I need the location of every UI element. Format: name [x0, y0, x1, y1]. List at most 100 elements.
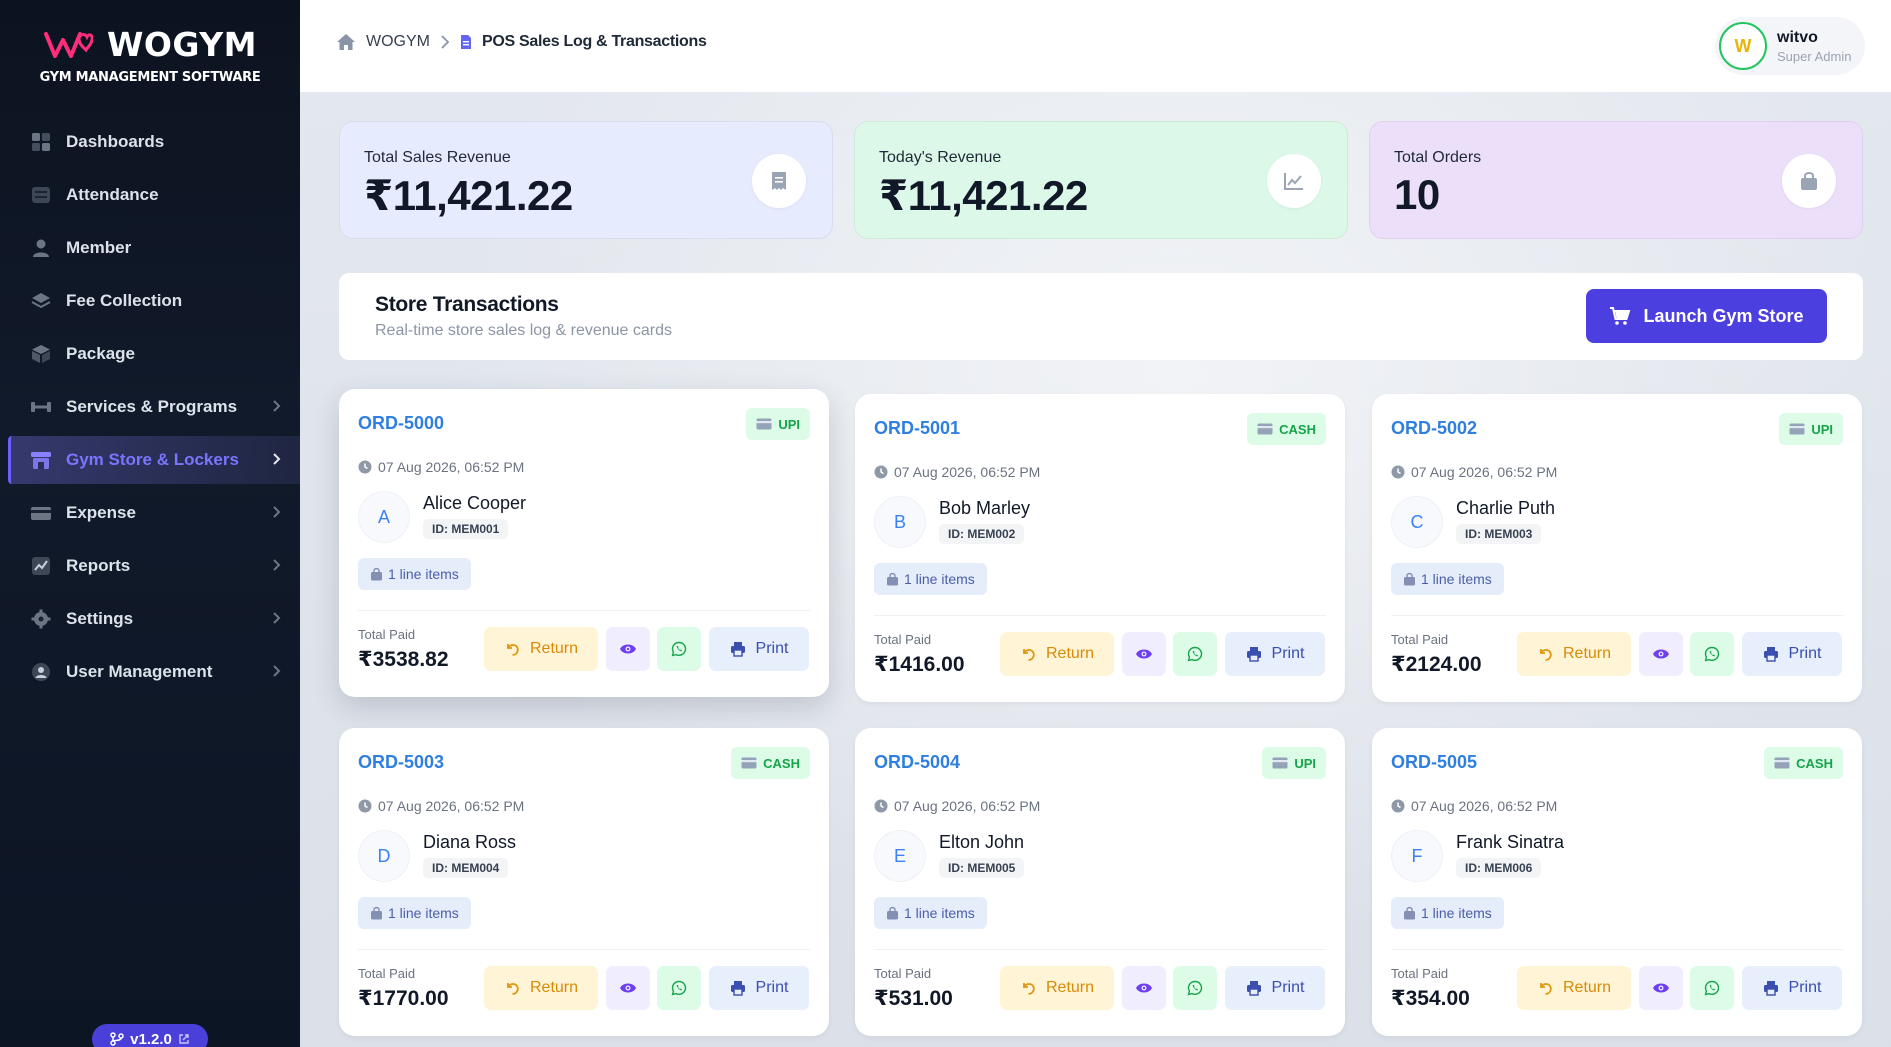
sidebar-item-expense[interactable]: Expense — [8, 489, 300, 537]
user-role: Super Admin — [1777, 48, 1852, 64]
return-label: Return — [529, 979, 579, 996]
print-button[interactable]: Print — [1225, 632, 1325, 676]
home-icon[interactable] — [336, 33, 356, 51]
line-items-text: 1 line items — [904, 571, 975, 587]
chevron-right-icon — [273, 453, 281, 465]
user-menu[interactable]: W witvo Super Admin — [1715, 17, 1865, 75]
line-items-pill[interactable]: 1 line items — [874, 563, 987, 595]
view-button[interactable] — [606, 966, 650, 1010]
printer-icon — [1246, 981, 1261, 996]
return-label: Return — [1045, 979, 1095, 996]
line-items-pill[interactable]: 1 line items — [874, 897, 987, 929]
launch-gym-store-button[interactable]: Launch Gym Store — [1586, 289, 1827, 343]
brand: WOGYM GYM MANAGEMENT SOFTWARE — [0, 0, 300, 110]
dumbbell-icon — [30, 396, 52, 418]
return-button[interactable]: Return — [1517, 632, 1631, 676]
total-paid-label: Total Paid — [874, 632, 932, 647]
print-button[interactable]: Print — [1742, 632, 1842, 676]
bag-icon — [1782, 154, 1836, 208]
sidebar-item-reports[interactable]: Reports — [8, 542, 300, 590]
whatsapp-button[interactable] — [657, 966, 701, 1010]
payment-badge: UPI — [746, 408, 810, 440]
card-icon — [1257, 423, 1273, 435]
stack-icon — [30, 290, 52, 312]
whatsapp-button[interactable] — [1173, 632, 1217, 676]
line-items-text: 1 line items — [1421, 905, 1492, 921]
chevron-right-icon — [273, 665, 281, 677]
gear-icon — [30, 608, 52, 630]
sidebar-item-services-programs[interactable]: Services & Programs — [8, 383, 300, 431]
bag-icon — [887, 572, 898, 586]
receipt-icon — [752, 154, 806, 208]
chevron-right-icon — [273, 506, 281, 518]
print-button[interactable]: Print — [1742, 966, 1842, 1010]
view-button[interactable] — [1639, 966, 1683, 1010]
clock-icon — [1391, 465, 1405, 479]
return-label: Return — [1562, 979, 1612, 996]
sidebar-item-fee-collection[interactable]: Fee Collection — [8, 277, 300, 325]
line-items-pill[interactable]: 1 line items — [1391, 897, 1504, 929]
view-button[interactable] — [1122, 632, 1166, 676]
eye-icon — [1136, 983, 1152, 993]
external-link-icon — [179, 1034, 189, 1044]
document-icon — [461, 35, 471, 49]
trend-icon — [1267, 154, 1321, 208]
bag-icon — [1404, 906, 1415, 920]
print-button[interactable]: Print — [709, 627, 809, 671]
chevron-right-icon — [273, 612, 281, 624]
whatsapp-button[interactable] — [1690, 966, 1734, 1010]
sidebar-item-attendance[interactable]: Attendance — [8, 171, 300, 219]
chart-icon — [30, 555, 52, 577]
avatar: D — [358, 830, 410, 882]
divider — [1391, 949, 1843, 950]
sidebar-item-member[interactable]: Member — [8, 224, 300, 272]
whatsapp-button[interactable] — [1690, 632, 1734, 676]
view-button[interactable] — [1639, 632, 1683, 676]
order-id[interactable]: ORD-5000 — [358, 413, 444, 434]
print-button[interactable]: Print — [1225, 966, 1325, 1010]
sidebar-item-gym-store-lockers[interactable]: Gym Store & Lockers — [8, 436, 300, 484]
customer-name: Diana Ross — [423, 832, 517, 852]
avatar: F — [1391, 830, 1443, 882]
line-items-pill[interactable]: 1 line items — [1391, 563, 1504, 595]
return-label: Return — [1045, 645, 1095, 662]
line-items-pill[interactable]: 1 line items — [358, 897, 471, 929]
sidebar-item-dashboards[interactable]: Dashboards — [8, 118, 300, 166]
return-button[interactable]: Return — [484, 627, 598, 671]
version-badge[interactable]: v1.2.0 — [92, 1024, 208, 1047]
return-button[interactable]: Return — [1517, 966, 1631, 1010]
order-id[interactable]: ORD-5001 — [874, 418, 960, 439]
store-icon — [30, 449, 52, 471]
order-id[interactable]: ORD-5004 — [874, 752, 960, 773]
return-button[interactable]: Return — [1000, 632, 1114, 676]
member-id-badge: ID: MEM006 — [1456, 858, 1542, 878]
section-subtitle: Real-time store sales log & revenue card… — [375, 322, 673, 339]
print-button[interactable]: Print — [709, 966, 809, 1010]
sidebar-item-package[interactable]: Package — [8, 330, 300, 378]
line-items-pill[interactable]: 1 line items — [358, 558, 471, 590]
breadcrumb-root[interactable]: WOGYM — [366, 33, 430, 51]
print-label: Print — [755, 979, 789, 996]
whatsapp-button[interactable] — [1173, 966, 1217, 1010]
view-button[interactable] — [606, 627, 650, 671]
order-date-text: 07 Aug 2026, 06:52 PM — [894, 464, 1041, 480]
return-button[interactable]: Return — [484, 966, 598, 1010]
eye-icon — [1136, 649, 1152, 659]
customer-name: Bob Marley — [939, 498, 1031, 518]
view-button[interactable] — [1122, 966, 1166, 1010]
sidebar-item-user-management[interactable]: User Management — [8, 648, 300, 696]
undo-icon — [1540, 649, 1552, 661]
whatsapp-button[interactable] — [657, 627, 701, 671]
avatar: E — [874, 830, 926, 882]
order-id[interactable]: ORD-5003 — [358, 752, 444, 773]
printer-icon — [1763, 647, 1778, 662]
return-button[interactable]: Return — [1000, 966, 1114, 1010]
sidebar-item-label: Fee Collection — [66, 291, 183, 310]
order-id[interactable]: ORD-5002 — [1391, 418, 1477, 439]
order-date: 07 Aug 2026, 06:52 PM — [1391, 798, 1557, 814]
order-id[interactable]: ORD-5005 — [1391, 752, 1477, 773]
undo-icon — [507, 644, 519, 656]
sidebar-item-settings[interactable]: Settings — [8, 595, 300, 643]
stat-card-todays-revenue: Today's Revenue ₹11,421.22 — [854, 121, 1348, 239]
order-date: 07 Aug 2026, 06:52 PM — [874, 464, 1040, 480]
